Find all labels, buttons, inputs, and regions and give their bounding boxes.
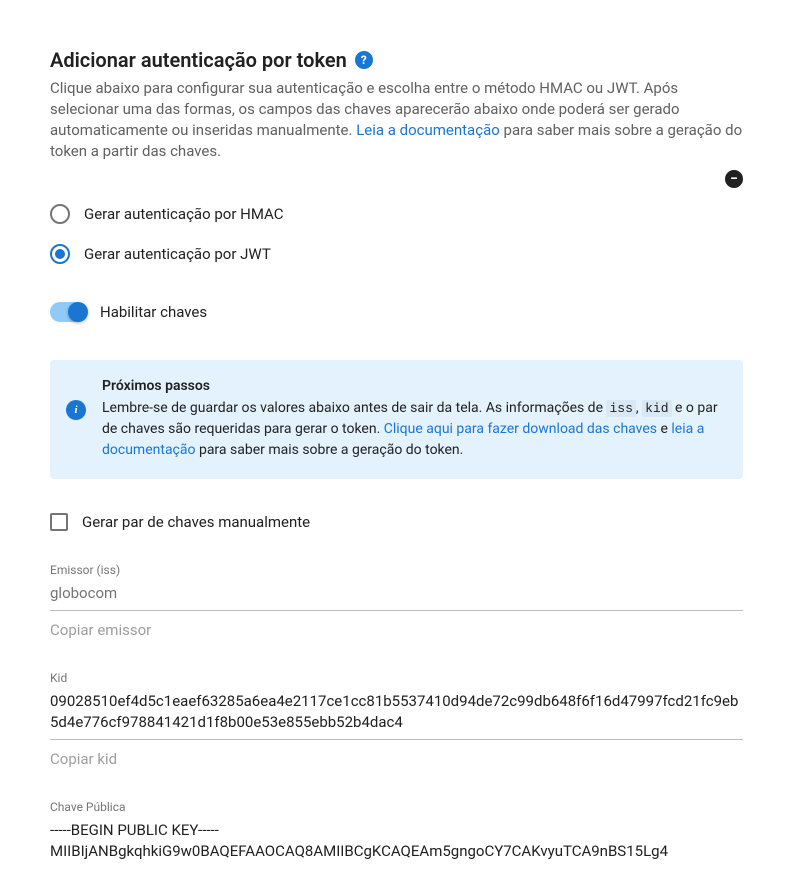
- auth-method-radio-group: Gerar autenticação por HMAC Gerar autent…: [50, 194, 743, 274]
- info-text: Lembre-se de guardar os valores abaixo a…: [102, 398, 725, 461]
- kid-field: Kid 09028510ef4d5c1eaef63285a6ea4e2117ce…: [50, 671, 743, 740]
- info-code-iss: iss: [606, 400, 635, 417]
- page-title: Adicionar autenticação por token: [50, 48, 347, 72]
- emissor-field: Emissor (iss) globocom: [50, 563, 743, 611]
- enable-keys-label: Habilitar chaves: [100, 303, 207, 321]
- pubkey-value[interactable]: -----BEGIN PUBLIC KEY----- MIIBIjANBgkqh…: [50, 820, 743, 862]
- description: Clique abaixo para configurar sua autent…: [50, 78, 743, 162]
- info-and: e: [657, 421, 671, 437]
- manual-keys-label: Gerar par de chaves manualmente: [82, 513, 310, 531]
- manual-keys-checkbox[interactable]: Gerar par de chaves manualmente: [50, 513, 743, 531]
- info-prefix: Lembre-se de guardar os valores abaixo a…: [102, 400, 606, 416]
- pubkey-line2: MIIBIjANBgkqhkiG9w0BAQEFAAOCAQ8AMIIBCgKC…: [50, 841, 743, 862]
- info-suffix: para saber mais sobre a geração do token…: [195, 442, 463, 458]
- doc-link[interactable]: Leia a documentação: [356, 121, 500, 139]
- copy-kid-button[interactable]: Copiar kid: [50, 750, 743, 768]
- info-code-kid: kid: [642, 400, 671, 417]
- radio-hmac[interactable]: Gerar autenticação por HMAC: [50, 194, 743, 234]
- pubkey-label: Chave Pública: [50, 800, 743, 814]
- emissor-value[interactable]: globocom: [50, 583, 743, 611]
- radio-jwt-label: Gerar autenticação por JWT: [84, 245, 271, 263]
- info-icon: i: [66, 400, 86, 420]
- emissor-label: Emissor (iss): [50, 563, 743, 577]
- enable-keys-toggle[interactable]: [50, 302, 86, 322]
- copy-emissor-button[interactable]: Copiar emissor: [50, 621, 743, 639]
- radio-hmac-label: Gerar autenticação por HMAC: [84, 205, 284, 223]
- collapse-icon[interactable]: −: [725, 170, 743, 188]
- radio-circle-icon: [50, 204, 70, 224]
- kid-label: Kid: [50, 671, 743, 685]
- kid-value[interactable]: 09028510ef4d5c1eaef63285a6ea4e2117ce1cc8…: [50, 691, 743, 740]
- info-title: Próximos passos: [102, 378, 725, 394]
- pubkey-line1: -----BEGIN PUBLIC KEY-----: [50, 820, 743, 841]
- download-keys-link[interactable]: Clique aqui para fazer download das chav…: [384, 421, 657, 437]
- pubkey-field: Chave Pública -----BEGIN PUBLIC KEY-----…: [50, 800, 743, 862]
- radio-jwt[interactable]: Gerar autenticação por JWT: [50, 234, 743, 274]
- help-icon[interactable]: ?: [355, 51, 373, 69]
- next-steps-info: i Próximos passos Lembre-se de guardar o…: [50, 360, 743, 479]
- radio-circle-selected-icon: [50, 244, 70, 264]
- checkbox-icon: [50, 513, 68, 531]
